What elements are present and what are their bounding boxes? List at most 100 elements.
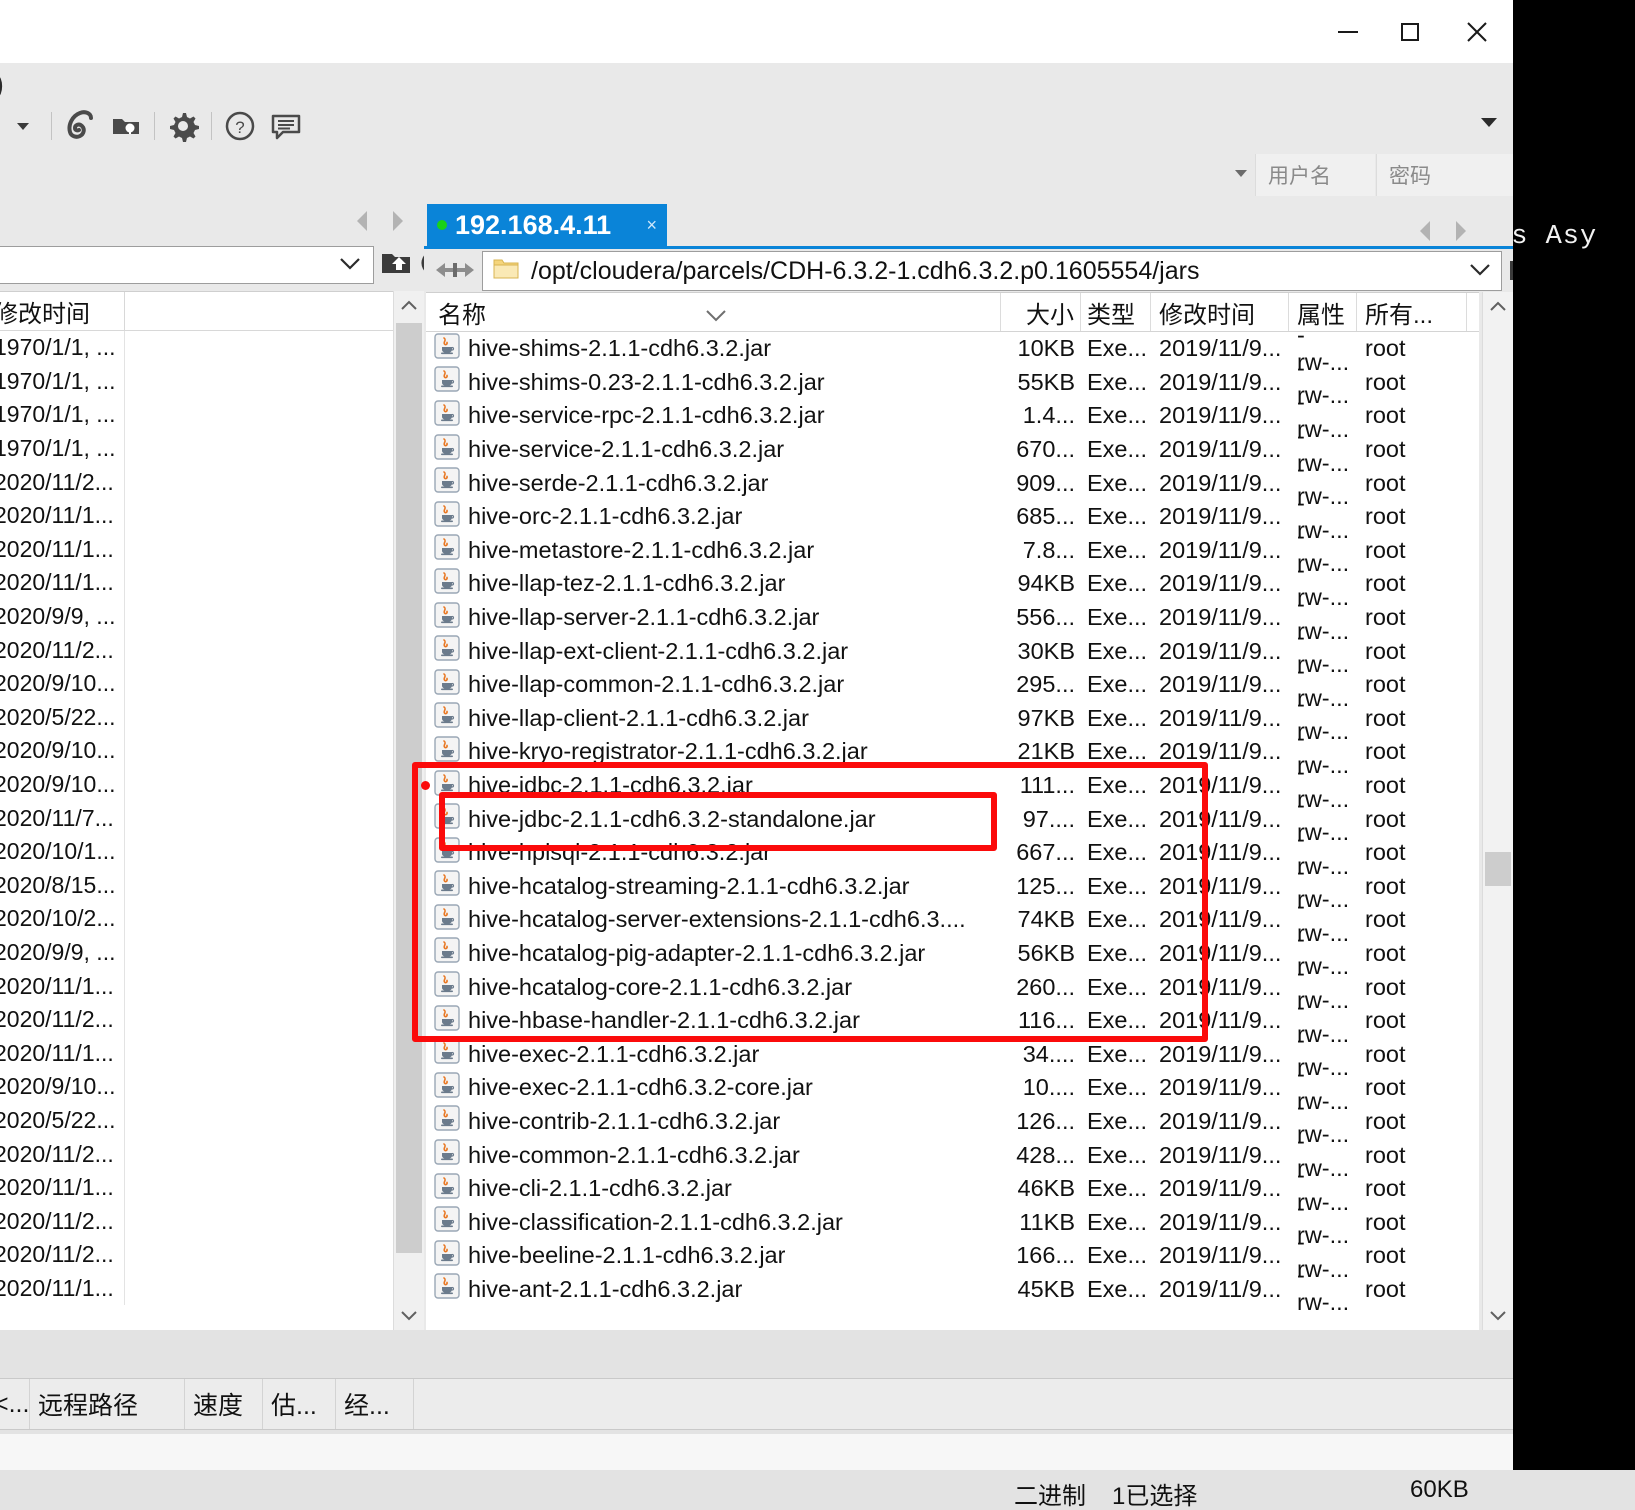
local-list-item[interactable]: 2020/9/10... [0, 734, 424, 768]
credentials-row: 用户名 密码 [0, 154, 1513, 196]
column-header-type[interactable]: 类型 [1081, 293, 1151, 331]
local-mtime-cell: 2020/11/2... [0, 1238, 125, 1272]
file-name-text: hive-jdbc-2.1.1-cdh6.3.2.jar [468, 772, 753, 799]
tab-close-icon[interactable]: × [646, 215, 657, 236]
local-back-icon[interactable] [352, 208, 372, 239]
file-name-cell: hive-service-2.1.1-cdh6.3.2.jar [426, 433, 1001, 467]
local-scroll-thumb[interactable] [396, 323, 422, 1253]
toolbar-separator [51, 112, 52, 140]
local-list-item[interactable]: 2020/9/10... [0, 1070, 424, 1104]
local-mtime-cell: 2020/11/1... [0, 969, 125, 1003]
local-list-item[interactable]: 2020/11/1... [0, 566, 424, 600]
chat-icon[interactable] [263, 103, 309, 149]
local-scroll-down-icon[interactable] [394, 1300, 424, 1330]
column-header-size[interactable]: 大小 [1001, 293, 1081, 331]
file-type-cell: Exe... [1087, 402, 1148, 429]
local-list-item[interactable]: 2020/11/2... [0, 1238, 424, 1272]
local-list-item[interactable]: 2020/9/9, ... [0, 599, 424, 634]
file-name-cell: hive-jdbc-2.1.1-cdh6.3.2.jar [426, 769, 1001, 803]
local-list-item[interactable]: 2020/11/2... [0, 465, 424, 499]
remote-scroll-down-icon[interactable] [1483, 1300, 1513, 1330]
queue-column-speed[interactable]: 速度 [185, 1379, 263, 1429]
file-type-cell: Exe... [1087, 671, 1148, 698]
minimize-button[interactable] [1317, 0, 1379, 63]
file-name-cell: hive-llap-client-2.1.1-cdh6.3.2.jar [426, 702, 1001, 736]
gear-icon[interactable] [160, 103, 206, 149]
local-scroll-up-icon[interactable] [394, 291, 424, 321]
local-list-item[interactable]: 2020/11/1... [0, 1036, 424, 1071]
remote-file-list[interactable]: 名称 大小 类型 修改时间 属性 所有... hive-shims-2.1.1-… [426, 292, 1479, 1331]
maximize-button[interactable] [1379, 0, 1441, 63]
local-column-mtime[interactable]: 修改时间 [0, 292, 125, 330]
local-list-item[interactable]: 2020/9/9, ... [0, 935, 424, 970]
spiral-icon[interactable] [57, 103, 103, 149]
queue-column-remote-path[interactable]: 远程路径 [30, 1379, 185, 1429]
local-list-item[interactable]: 2020/11/2... [0, 1204, 424, 1239]
local-file-list[interactable]: 修改时间 1970/1/1, ... 1970/1/1, ... 1970/1/1,… [0, 291, 424, 1331]
remote-rows-container: hive-shims-2.1.1-cdh6.3.2.jar 10KB Exe... 2… [426, 322, 1479, 1315]
help-icon[interactable]: ? [217, 103, 263, 149]
column-header-attr[interactable]: 属性 [1289, 293, 1357, 331]
local-panel: 修改时间 1970/1/1, ... 1970/1/1, ... 1970/1/1,… [0, 196, 447, 1331]
local-list-item[interactable]: 1970/1/1, ... [0, 431, 424, 466]
local-list-item[interactable]: 2020/10/1... [0, 834, 424, 869]
tab-192-168-4-11[interactable]: 192.168.4.11 × [427, 204, 667, 246]
file-mtime-cell: 2019/11/9... [1159, 368, 1282, 395]
queue-column-elapsed[interactable]: 经... [336, 1379, 414, 1429]
username-input[interactable]: 用户名 [1255, 154, 1375, 196]
table-row[interactable]: hive-ant-2.1.1-cdh6.3.2.jar 45KB Exe... 201… [426, 1262, 1479, 1315]
queue-column-0[interactable]: <... [0, 1379, 30, 1429]
file-owner-cell: root [1365, 436, 1406, 463]
jar-file-icon [434, 601, 460, 634]
local-list-item[interactable]: 2020/9/10... [0, 767, 424, 802]
local-list-item[interactable]: 2020/11/1... [0, 969, 424, 1003]
remote-list-scrollbar[interactable] [1482, 292, 1513, 1330]
local-list-item[interactable]: 2020/5/22... [0, 1103, 424, 1138]
remote-forward-icon[interactable] [1451, 218, 1471, 249]
local-list-item[interactable]: 2020/11/2... [0, 1137, 424, 1171]
local-list-item[interactable]: 1970/1/1, ... [0, 364, 424, 399]
remote-back-icon[interactable] [1415, 218, 1435, 249]
remote-parent-folder-icon[interactable] [1508, 253, 1513, 292]
column-header-owner[interactable]: 所有... [1357, 293, 1467, 331]
remote-path-chevron-icon[interactable] [1469, 262, 1491, 281]
toolbar-overflow-icon[interactable] [1479, 115, 1499, 134]
remote-scroll-thumb[interactable] [1485, 852, 1511, 886]
parent-folder-icon[interactable] [380, 246, 418, 285]
local-list-item[interactable]: 2020/11/2... [0, 633, 424, 667]
remote-path-input[interactable]: /opt/cloudera/parcels/CDH-6.3.2-1.cdh6.3… [482, 251, 1502, 291]
local-list-item[interactable]: 1970/1/1, ... [0, 331, 424, 365]
local-list-item[interactable]: 2020/8/15... [0, 868, 424, 903]
local-list-item[interactable]: 2020/11/1... [0, 498, 424, 533]
local-list-item[interactable]: 2020/11/1... [0, 532, 424, 567]
local-list-item[interactable]: 2020/5/22... [0, 700, 424, 735]
remote-scroll-up-icon[interactable] [1483, 292, 1513, 322]
local-mtime-cell: 2020/11/2... [0, 1204, 125, 1239]
local-list-item[interactable]: 2020/11/2... [0, 1002, 424, 1037]
local-path-combobox[interactable] [0, 246, 374, 284]
local-list-item[interactable]: 2020/11/1... [0, 1271, 424, 1306]
file-type-cell: Exe... [1087, 872, 1148, 899]
file-name-text: hive-ant-2.1.1-cdh6.3.2.jar [468, 1275, 743, 1302]
local-list-item[interactable]: 2020/11/1... [0, 1170, 424, 1205]
file-mtime-cell: 2019/11/9... [1159, 637, 1282, 664]
password-input[interactable]: 密码 [1376, 154, 1513, 196]
folder-key-icon[interactable] [103, 103, 149, 149]
queue-column-eta[interactable]: 估... [263, 1379, 336, 1429]
resize-handle-icon[interactable] [434, 257, 476, 288]
local-list-item[interactable]: 2020/10/2... [0, 902, 424, 936]
host-dropdown-caret-icon[interactable] [1234, 166, 1248, 181]
local-path-chevron-icon[interactable] [339, 256, 361, 275]
local-list-item[interactable]: 1970/1/1, ... [0, 398, 424, 432]
column-header-mtime[interactable]: 修改时间 [1151, 293, 1289, 331]
local-list-scrollbar[interactable] [393, 291, 424, 1330]
toolbar-separator [211, 112, 212, 140]
local-nav-arrows [352, 208, 408, 239]
dropdown-caret-icon[interactable] [0, 103, 46, 149]
file-owner-cell: root [1365, 402, 1406, 429]
close-button[interactable] [1441, 0, 1513, 63]
local-list-item[interactable]: 2020/9/10... [0, 666, 424, 701]
local-forward-icon[interactable] [388, 208, 408, 239]
jar-file-icon [434, 937, 460, 969]
local-list-item[interactable]: 2020/11/7... [0, 801, 424, 835]
